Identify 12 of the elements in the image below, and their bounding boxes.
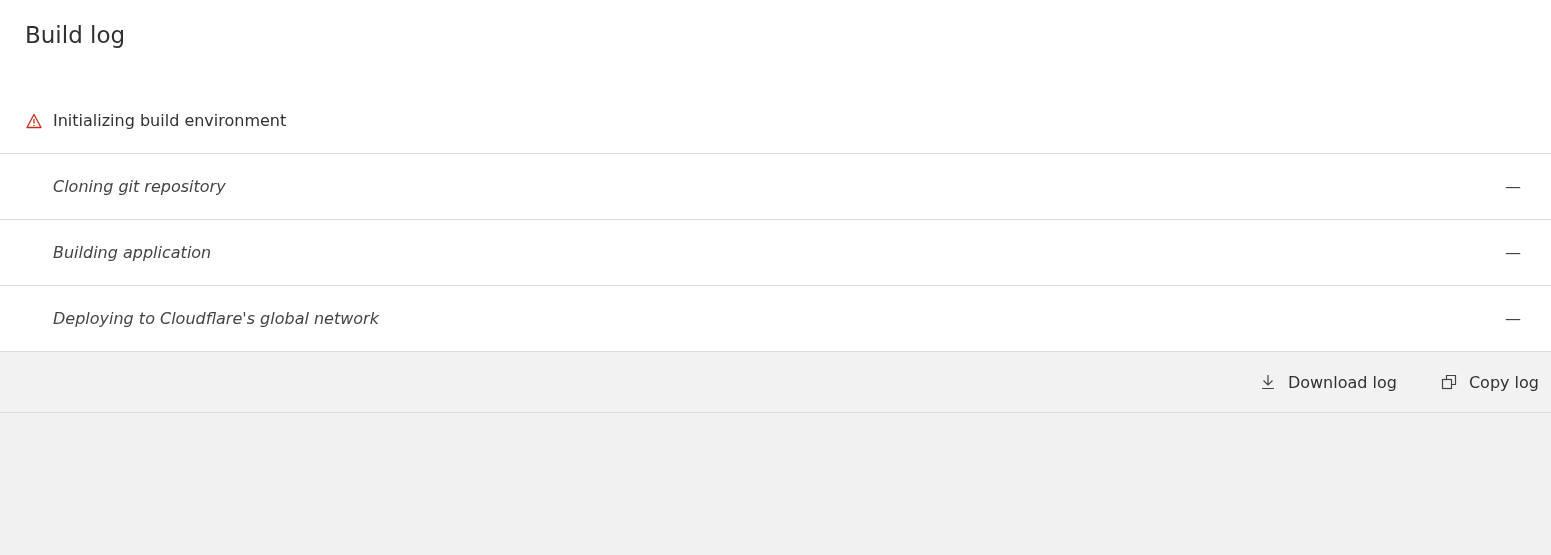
step-label: Cloning git repository (53, 177, 227, 196)
step-status: — (1505, 309, 1521, 328)
download-icon (1259, 374, 1276, 390)
step-label: Initializing build environment (53, 111, 288, 130)
copy-icon (1440, 374, 1457, 390)
step-status: — (1505, 177, 1521, 196)
page-title: Build log (25, 21, 127, 50)
copy-button[interactable]: Copy log (1440, 368, 1539, 396)
download-button[interactable]: Download log (1259, 368, 1397, 396)
step-label: Deploying to Cloudflare's global network (53, 309, 380, 328)
step-status: — (1505, 243, 1521, 262)
step-label: Building application (53, 243, 213, 262)
